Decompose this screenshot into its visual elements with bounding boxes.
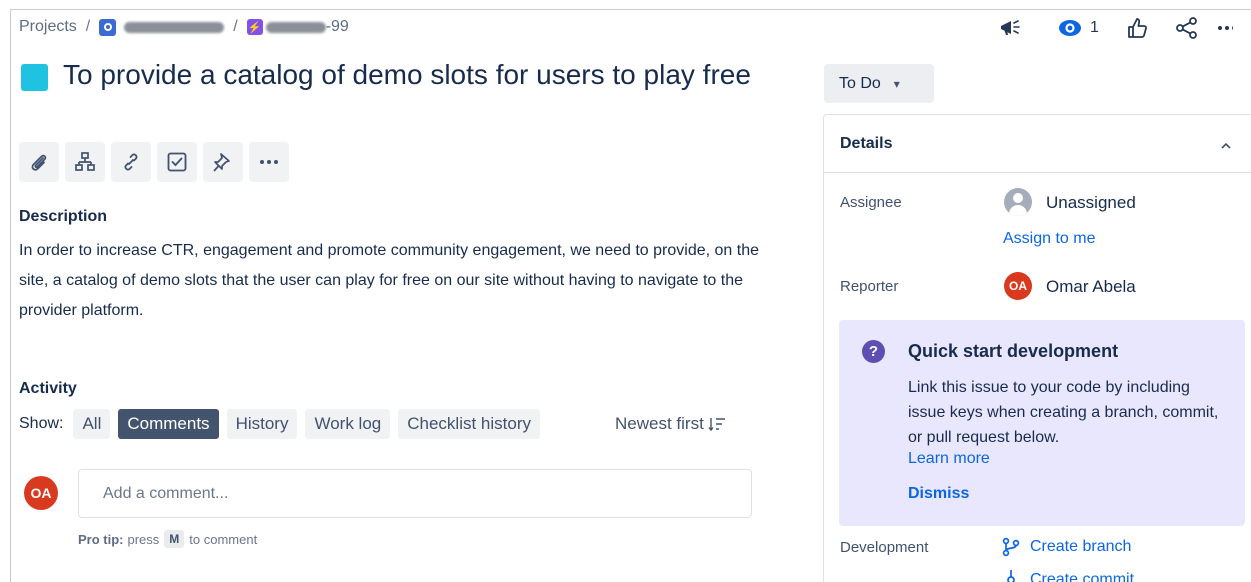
breadcrumb-project-name-redacted[interactable] <box>124 21 225 33</box>
watch-count: 1 <box>1090 19 1099 36</box>
create-commit-label: Create commit <box>1030 571 1135 582</box>
share-icon[interactable] <box>1175 14 1199 42</box>
assignee-label: Assignee <box>840 194 902 211</box>
create-branch-label: Create branch <box>1030 538 1132 555</box>
quick-start-title: Quick start development <box>908 341 1119 361</box>
quick-start-body: Link this issue to your code by includin… <box>908 379 1219 446</box>
question-icon: ? <box>862 340 885 363</box>
subtask-icon: ⚡ <box>246 19 263 35</box>
more-actions-icon[interactable] <box>249 142 289 182</box>
pin-icon[interactable] <box>203 142 243 182</box>
breadcrumb-issue-key-suffix[interactable]: -99 <box>326 18 349 36</box>
watch-button[interactable]: 1 <box>1058 14 1099 42</box>
frame-border-top <box>10 9 1251 10</box>
issue-view: Projects / / ⚡ -99 1 To provide a catalo… <box>0 0 1251 582</box>
issue-title[interactable]: To provide a catalog of demo slots for u… <box>63 58 753 92</box>
activity-filter-row: Show: All Comments History Work log Chec… <box>19 409 548 439</box>
chevron-down-icon: ▾ <box>893 76 900 91</box>
sort-label: Newest first <box>615 414 704 433</box>
issue-header-actions: 1 <box>996 14 1233 42</box>
assign-to-me-link[interactable]: Assign to me <box>1003 230 1095 248</box>
checklist-icon[interactable] <box>157 142 197 182</box>
avatar: OA <box>1004 272 1032 300</box>
project-icon <box>99 18 117 36</box>
breadcrumb-projects[interactable]: Projects <box>19 18 77 36</box>
filter-comments[interactable]: Comments <box>118 409 219 439</box>
breadcrumb-issue-key-redacted[interactable] <box>265 21 326 33</box>
pro-tip-label: Pro tip: <box>78 531 124 547</box>
sort-order-button[interactable]: Newest first <box>615 409 726 439</box>
filter-history[interactable]: History <box>226 409 298 439</box>
sort-desc-icon <box>708 418 725 431</box>
commit-icon <box>1007 570 1015 582</box>
breadcrumb-separator: / <box>85 18 91 35</box>
more-icon[interactable] <box>1217 14 1233 42</box>
create-branch-link[interactable]: Create branch <box>1001 537 1131 557</box>
issue-toolbar <box>19 142 289 182</box>
details-heading: Details <box>840 134 893 152</box>
eye-icon <box>1059 20 1081 36</box>
activity-heading: Activity <box>19 380 77 397</box>
shortcut-key: M <box>164 530 185 548</box>
learn-more-link[interactable]: Learn more <box>908 450 990 468</box>
details-header[interactable]: Details <box>824 115 1251 173</box>
filter-all[interactable]: All <box>73 409 111 439</box>
pro-tip-press: press <box>127 531 160 547</box>
branch-icon <box>1002 537 1020 557</box>
frame-border-left <box>10 9 11 582</box>
create-commit-link[interactable]: Create commit <box>1001 570 1134 582</box>
reporter-name[interactable]: Omar Abela <box>1046 277 1136 297</box>
status-dropdown[interactable]: To Do ▾ <box>824 64 934 103</box>
avatar: OA <box>24 476 58 510</box>
thumbs-up-icon[interactable] <box>1126 14 1148 42</box>
description-text[interactable]: In order to increase CTR, engagement and… <box>19 236 759 326</box>
filter-work-log[interactable]: Work log <box>305 409 391 439</box>
issue-type-icon <box>21 64 48 91</box>
show-label: Show: <box>19 415 64 432</box>
reporter-label: Reporter <box>840 278 899 295</box>
dismiss-button[interactable]: Dismiss <box>908 485 969 503</box>
link-icon[interactable] <box>111 142 151 182</box>
breadcrumb: Projects / / ⚡ -99 <box>19 16 349 38</box>
status-label: To Do <box>839 74 881 92</box>
megaphone-icon[interactable] <box>996 14 1024 42</box>
assignee-value[interactable]: Unassigned <box>1046 193 1136 213</box>
pro-tip-suffix: to comment <box>189 531 258 547</box>
description-heading: Description <box>19 208 108 225</box>
development-label: Development <box>840 539 929 556</box>
pro-tip: Pro tip: press M to comment <box>78 530 257 548</box>
attachment-icon[interactable] <box>19 142 59 182</box>
unassigned-avatar-icon <box>1004 188 1032 216</box>
child-issue-icon[interactable] <box>65 142 105 182</box>
comment-input[interactable]: Add a comment... <box>78 469 752 518</box>
filter-checklist-history[interactable]: Checklist history <box>398 409 540 439</box>
breadcrumb-separator: / <box>233 18 238 35</box>
chevron-up-icon <box>1221 137 1231 152</box>
